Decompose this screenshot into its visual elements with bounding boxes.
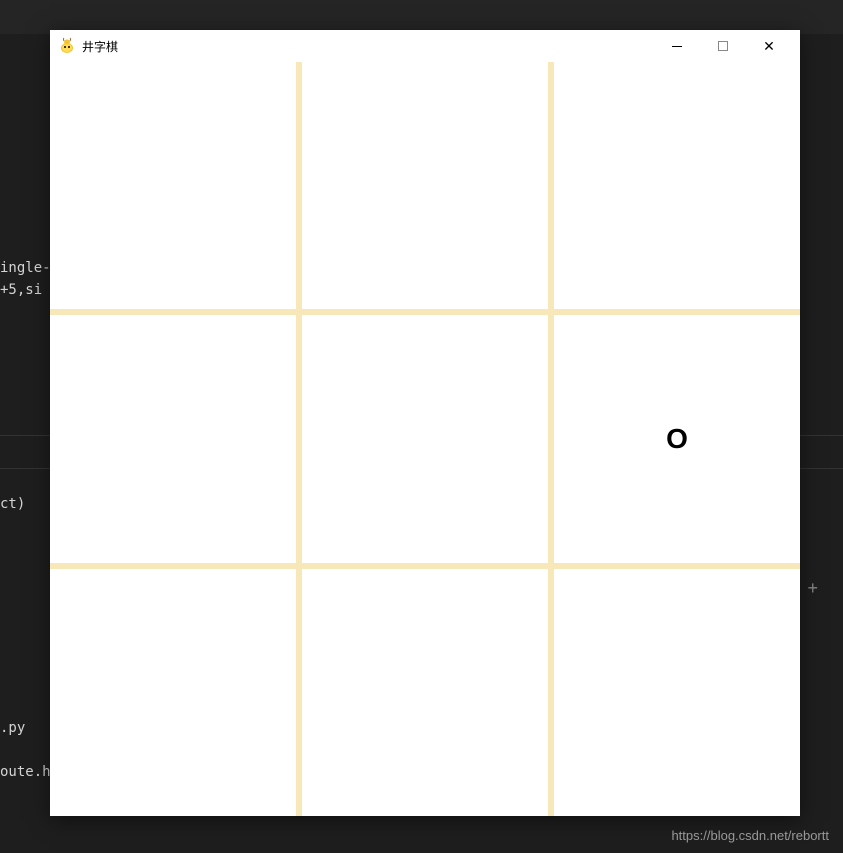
close-button[interactable]: ✕ bbox=[746, 30, 792, 62]
close-icon: ✕ bbox=[763, 39, 775, 53]
code-fragment: .py bbox=[0, 720, 25, 736]
plus-icon[interactable]: + bbox=[807, 578, 818, 599]
code-fragment: ct) bbox=[0, 496, 25, 512]
window-controls: ✕ bbox=[654, 30, 792, 62]
app-icon bbox=[58, 37, 76, 55]
maximize-icon bbox=[718, 41, 728, 51]
game-window: 井字棋 ✕ O bbox=[50, 30, 800, 816]
cell-2-2[interactable] bbox=[554, 569, 800, 816]
cell-0-1[interactable] bbox=[302, 62, 548, 309]
code-fragment: ingle- bbox=[0, 260, 51, 276]
cell-1-2[interactable]: O bbox=[554, 315, 800, 562]
cell-2-1[interactable] bbox=[302, 569, 548, 816]
cell-2-0[interactable] bbox=[50, 569, 296, 816]
cell-1-0[interactable] bbox=[50, 315, 296, 562]
code-fragment: +5,si bbox=[0, 282, 42, 298]
cell-0-0[interactable] bbox=[50, 62, 296, 309]
cell-1-1[interactable] bbox=[302, 315, 548, 562]
titlebar: 井字棋 ✕ bbox=[50, 30, 800, 62]
window-title: 井字棋 bbox=[82, 38, 654, 55]
cell-0-2[interactable] bbox=[554, 62, 800, 309]
minimize-button[interactable] bbox=[654, 30, 700, 62]
watermark: https://blog.csdn.net/rebortt bbox=[671, 828, 829, 843]
code-fragment: oute.h bbox=[0, 764, 51, 780]
minimize-icon bbox=[672, 46, 682, 47]
game-board: O bbox=[50, 62, 800, 816]
maximize-button[interactable] bbox=[700, 30, 746, 62]
